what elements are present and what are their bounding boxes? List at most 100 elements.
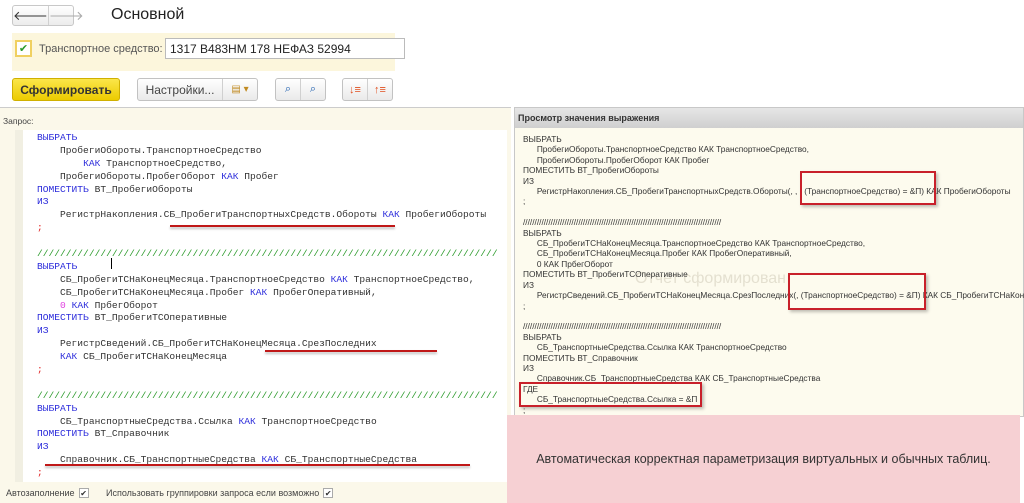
sort-descending-icon[interactable]: ↓≡ bbox=[343, 79, 368, 100]
code-line: ////////////////////////////////////////… bbox=[37, 248, 498, 261]
code-token: ПОМЕСТИТЬ bbox=[37, 312, 89, 324]
code-token: ; bbox=[37, 364, 43, 376]
code-token: ПОМЕСТИТЬ bbox=[37, 183, 89, 195]
code-line: ПробегиОбороты.ТранспортноеСредство bbox=[37, 145, 498, 158]
code-token: ИЗ bbox=[37, 325, 49, 337]
code-line: СБ_ПробегиТСНаКонецМесяца.ТранспортноеСр… bbox=[37, 274, 498, 287]
code-token: КАК bbox=[250, 286, 268, 298]
code-line: РегистрНакопления.СБ_ПробегиТранспортных… bbox=[37, 209, 498, 222]
page-title: Основной bbox=[111, 6, 185, 23]
settings-button[interactable]: Настройки... bbox=[138, 79, 223, 100]
code-token: КАК bbox=[238, 415, 256, 427]
code-token: ВЫБРАТЬ bbox=[37, 260, 78, 272]
code-line: ; bbox=[37, 467, 498, 480]
code-line: ПробегиОбороты.ПробегОборот КАК Пробег bbox=[37, 171, 498, 184]
autofill-label: Автозаполнение bbox=[6, 488, 75, 498]
code-token: ПрбегОборот bbox=[88, 299, 158, 311]
search-group: ⌕ ⌕ bbox=[275, 78, 326, 101]
code-line: ИЗ bbox=[37, 325, 498, 338]
code-token: СБ_ПробегиТСНаКонецМесяца.Пробег bbox=[37, 286, 251, 298]
highlight-underline bbox=[45, 464, 470, 466]
sort-group: ↓≡ ↑≡ bbox=[342, 78, 393, 101]
code-token: ////////////////////////////////////////… bbox=[37, 248, 498, 260]
code-token: КАК bbox=[60, 351, 78, 363]
code-line: ПОМЕСТИТЬ ВТ_ПробегиТСОперативные bbox=[37, 312, 498, 325]
code-token: РегистрНакопления.СБ_ПробегиТранспортных… bbox=[37, 209, 383, 221]
vehicle-label: Транспортное средство: bbox=[39, 43, 163, 55]
preview-title: Просмотр значения выражения bbox=[515, 108, 1023, 128]
search-icon[interactable]: ⌕ bbox=[276, 79, 301, 100]
autofill-checkbox[interactable]: ✔ bbox=[78, 488, 89, 498]
code-line: ; bbox=[37, 364, 498, 377]
code-token: СБ_ПробегиТСНаКонецМесяца.ТранспортноеСр… bbox=[37, 273, 331, 285]
code-token: ; bbox=[37, 467, 43, 479]
code-token: ВЫБРАТЬ bbox=[37, 132, 78, 143]
code-line: ВЫБРАТЬ bbox=[37, 261, 498, 274]
code-line: ВЫБРАТЬ bbox=[37, 403, 498, 416]
code-token: Пробег bbox=[238, 170, 279, 182]
code-token: ВТ_ПробегиТСОперативные bbox=[88, 312, 228, 324]
highlight-underline bbox=[265, 350, 437, 352]
expression-preview-window: Просмотр значения выражения Отчет сформи… bbox=[514, 107, 1024, 417]
code-line: ИЗ bbox=[37, 441, 498, 454]
code-token: ; bbox=[37, 222, 43, 234]
code-line: ПОМЕСТИТЬ ВТ_Справочник bbox=[37, 428, 498, 441]
code-line: СБ_ТранспортныеСредства.Ссылка КАК Транс… bbox=[37, 416, 498, 429]
code-line: КАК ТранспортноеСредство, bbox=[37, 158, 498, 171]
code-token: ПробегиОбороты bbox=[399, 209, 487, 221]
preview-text: ВЫБРАТЬ ПробегиОбороты.ТранспортноеСредс… bbox=[523, 134, 1024, 415]
code-token: КАК bbox=[330, 273, 348, 285]
code-line: ПОМЕСТИТЬ ВТ_ПробегиОбороты bbox=[37, 184, 498, 197]
code-token: ВТ_Справочник bbox=[88, 428, 170, 440]
code-token: ПробегОперативный, bbox=[267, 286, 377, 298]
checkmark-icon: ✔ bbox=[18, 43, 29, 55]
code-line: ВЫБРАТЬ bbox=[37, 132, 498, 145]
code-token: ПОМЕСТИТЬ bbox=[37, 428, 89, 440]
autofill-option[interactable]: Автозаполнение ✔ bbox=[6, 488, 89, 498]
parameter-bar: ✔ Транспортное средство: 1317 В483НМ 178… bbox=[12, 33, 405, 71]
highlight-underline bbox=[170, 225, 395, 227]
code-token: КАК bbox=[71, 299, 89, 311]
use-groups-checkbox[interactable]: ✔ bbox=[323, 488, 334, 498]
code-token: КАК bbox=[83, 157, 101, 169]
code-token: ВЫБРАТЬ bbox=[37, 402, 78, 414]
code-token: ИЗ bbox=[37, 441, 49, 453]
variant-dropdown-icon[interactable]: ▤ ▾ bbox=[223, 79, 257, 100]
code-line: КАК СБ_ПробегиТСНаКонецМесяца bbox=[37, 351, 498, 364]
search-settings-icon[interactable]: ⌕ bbox=[301, 79, 325, 100]
vehicle-input[interactable]: 1317 В483НМ 178 НЕФАЗ 52994 bbox=[165, 38, 405, 59]
highlight-box bbox=[519, 382, 702, 407]
code-line: 0 КАК ПрбегОборот bbox=[37, 300, 498, 313]
sort-ascending-icon[interactable]: ↑≡ bbox=[368, 79, 392, 100]
code-token: ВТ_ПробегиОбороты bbox=[88, 183, 193, 195]
use-groups-option[interactable]: Использовать группировки запроса если во… bbox=[106, 488, 334, 498]
code-token: КАК bbox=[382, 209, 400, 221]
forward-button[interactable]: 🡒 bbox=[47, 6, 84, 25]
code-token: ТранспортноеСредство, bbox=[100, 157, 228, 169]
code-token: КАК bbox=[221, 170, 239, 182]
code-token: ПробегиОбороты.ТранспортноеСредство bbox=[37, 144, 262, 156]
text-cursor bbox=[111, 258, 112, 269]
vehicle-checkbox[interactable]: ✔ bbox=[15, 40, 32, 57]
code-token: СБ_ПробегиТСНаКонецМесяца bbox=[77, 351, 227, 363]
code-token: РегистрСведений.СБ_ПробегиТСНаКонецМесяц… bbox=[37, 338, 377, 350]
query-code: ВЫБРАТЬ ПробегиОбороты.ТранспортноеСредс… bbox=[37, 132, 498, 480]
code-token: ИЗ bbox=[37, 196, 49, 208]
code-token: ПробегиОбороты.ПробегОборот bbox=[37, 170, 222, 182]
caption-banner: Автоматическая корректная параметризация… bbox=[507, 415, 1020, 503]
code-token: ТранспортноеСредство, bbox=[347, 273, 475, 285]
back-button[interactable]: 🡐 bbox=[13, 6, 48, 25]
generate-button[interactable]: Сформировать bbox=[12, 78, 120, 101]
code-line: СБ_ПробегиТСНаКонецМесяца.Пробег КАК Про… bbox=[37, 287, 498, 300]
code-token: ////////////////////////////////////////… bbox=[37, 389, 498, 401]
code-token: ТранспортноеСредство bbox=[255, 415, 377, 427]
code-line: ////////////////////////////////////////… bbox=[37, 390, 498, 403]
highlight-box bbox=[788, 273, 926, 310]
query-editor[interactable]: ВЫБРАТЬ ПробегиОбороты.ТранспортноеСредс… bbox=[15, 130, 507, 482]
settings-group: Настройки... ▤ ▾ bbox=[137, 78, 258, 101]
